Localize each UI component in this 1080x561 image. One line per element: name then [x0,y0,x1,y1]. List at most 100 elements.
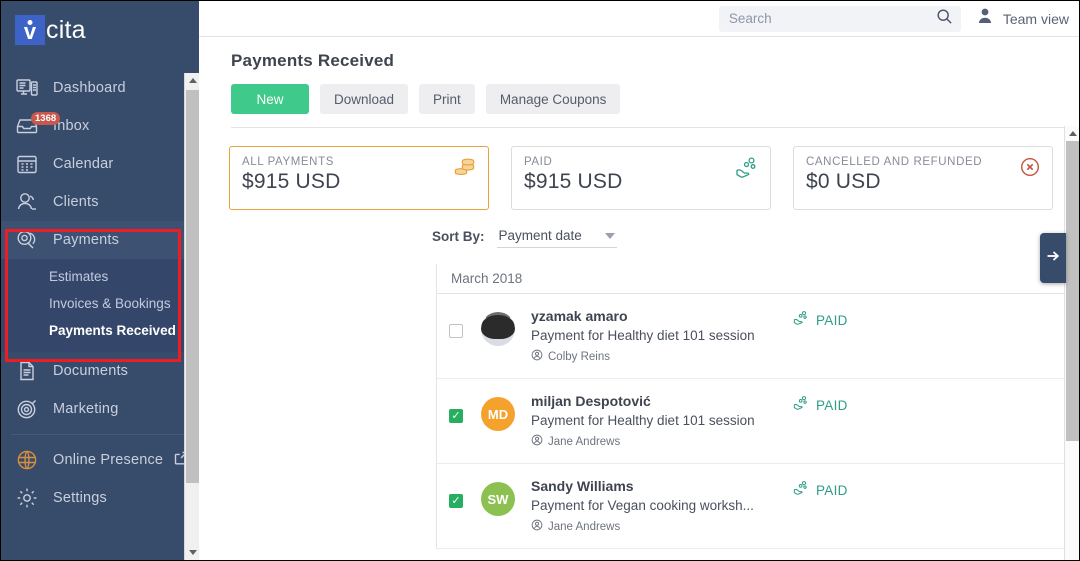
chevron-down-icon[interactable] [604,232,615,239]
sidebar-item-calendar[interactable]: Calendar [1,145,199,183]
hand-coins-icon [793,395,809,415]
documents-icon [15,359,39,383]
sidebar-subitem-payments-received[interactable]: Payments Received [1,317,199,344]
payments-icon [15,228,39,252]
table-row[interactable]: yzamak amaro Payment for Healthy diet 10… [437,294,1079,379]
client-name: yzamak amaro [531,308,628,324]
sidebar-scrollbar[interactable] [184,73,199,560]
month-label: March 2018 [451,271,523,286]
row-details: yzamak amaro Payment for Healthy diet 10… [531,308,793,366]
sidebar-subitem-invoices-bookings[interactable]: Invoices & Bookings [1,290,199,317]
payments-subnav: Estimates Invoices & Bookings Payments R… [1,259,199,352]
status-badge: PAID [816,312,848,328]
sort-by-value: Payment date [498,228,582,243]
card-label: PAID [524,156,553,168]
user-icon [975,6,995,31]
avatar-initials: SW [487,491,509,507]
row-checkbox[interactable] [449,324,463,338]
inbox-icon: 1368 [15,112,61,138]
sidebar-item-label: Documents [53,363,129,379]
card-cancelled-refunded[interactable]: CANCELLED AND REFUNDED $0 USD [793,146,1053,210]
staff-name: Jane Andrews [548,436,621,448]
sidebar-item-inbox[interactable]: 1368 Inbox [1,107,199,145]
main-scrollbar[interactable] [1064,126,1079,560]
sidebar-item-dashboard[interactable]: Dashboard [1,69,199,107]
arrow-right-icon [1045,248,1061,269]
page-title: Payments Received [231,51,395,70]
print-button[interactable]: Print [419,84,475,114]
drawer-toggle-button[interactable] [1040,233,1066,283]
subitem-label: Payments Received [49,323,176,338]
search-input[interactable]: Search [718,5,961,32]
scroll-up-arrow-icon[interactable] [1065,126,1079,140]
sidebar-item-label: Settings [53,490,107,506]
sidebar-item-label: Clients [53,194,99,210]
globe-icon [15,448,39,472]
main-scroll-thumb[interactable] [1066,141,1079,441]
sidebar-item-online-presence[interactable]: Online Presence [1,441,199,479]
avatar [481,312,515,346]
sidebar-item-label: Calendar [53,156,114,172]
staff-badge-icon [531,433,543,451]
search-icon[interactable] [936,8,953,30]
row-checkbox[interactable] [449,494,463,508]
subitem-label: Invoices & Bookings [49,296,171,311]
payment-status: PAID [793,480,963,500]
card-value: $915 USD [242,170,341,193]
avatar: MD [481,397,515,431]
logo-dot [27,20,33,25]
clients-icon [15,190,39,214]
card-paid[interactable]: PAID $915 USD [511,146,771,210]
team-view-label: Team view [1002,10,1069,27]
sidebar-item-documents[interactable]: Documents [1,352,199,390]
row-checkbox[interactable] [449,409,463,423]
scroll-up-arrow-icon[interactable] [185,73,199,88]
staff-name: Jane Andrews [548,521,621,533]
action-toolbar: New Download Print Manage Coupons [231,84,1079,114]
sidebar-item-settings[interactable]: Settings [1,479,199,517]
client-name: miljan Despotović [531,393,651,409]
marketing-icon [15,397,39,421]
sidebar-item-marketing[interactable]: Marketing [1,390,199,428]
status-badge: PAID [816,482,848,498]
download-button[interactable]: Download [320,84,409,114]
main-content: Search Team view Payments Received New D… [199,1,1079,560]
row-details: miljan Despotović Payment for Healthy di… [531,393,793,451]
sidebar-item-clients[interactable]: Clients [1,183,199,221]
sidebar-divider [11,434,189,435]
app-logo[interactable]: v cita [1,1,199,59]
card-all-payments[interactable]: ALL PAYMENTS $915 USD [229,146,489,210]
scroll-down-arrow-icon[interactable] [185,545,199,560]
search-placeholder: Search [728,11,772,26]
vcita-logo-mark: v [15,15,45,45]
staff-info: Colby Reins [531,348,793,366]
table-row[interactable]: SW Sandy Williams Payment for Vegan cook… [437,464,1079,549]
staff-name: Colby Reins [548,351,610,363]
card-value: $915 USD [524,170,623,193]
sidebar-item-label: Online Presence [53,452,164,468]
row-details: Sandy Williams Payment for Vegan cooking… [531,478,793,536]
new-button[interactable]: New [231,84,309,114]
payment-status: PAID [793,310,963,330]
payment-description: Payment for Healthy diet 101 session [531,328,755,343]
sidebar-subitem-estimates[interactable]: Estimates [1,263,199,290]
hand-coins-icon [793,310,809,330]
sort-controls: Sort By: Payment date [199,210,1079,248]
team-view-button[interactable]: Team view [975,6,1069,31]
sidebar: v cita Dashboard 1368 Inbox Calendar Cli… [1,1,199,560]
hand-coins-icon [735,156,759,183]
staff-info: Jane Andrews [531,433,793,451]
dashboard-icon [15,76,39,100]
app-window: v cita Dashboard 1368 Inbox Calendar Cli… [0,0,1080,561]
sort-by-label: Sort By: [432,229,485,244]
sidebar-scroll-thumb[interactable] [186,90,199,483]
top-bar: Search Team view [199,1,1079,37]
coins-stack-icon [453,156,477,183]
logo-text: cita [46,15,86,44]
sort-by-select[interactable]: Payment date [496,228,617,248]
table-row[interactable]: MD miljan Despotović Payment for Healthy… [437,379,1079,464]
month-group-header: March 2018 3 Payments · $250 Paid [437,264,1079,294]
staff-badge-icon [531,518,543,536]
manage-coupons-button[interactable]: Manage Coupons [485,84,621,114]
sidebar-item-payments[interactable]: Payments [1,221,199,259]
